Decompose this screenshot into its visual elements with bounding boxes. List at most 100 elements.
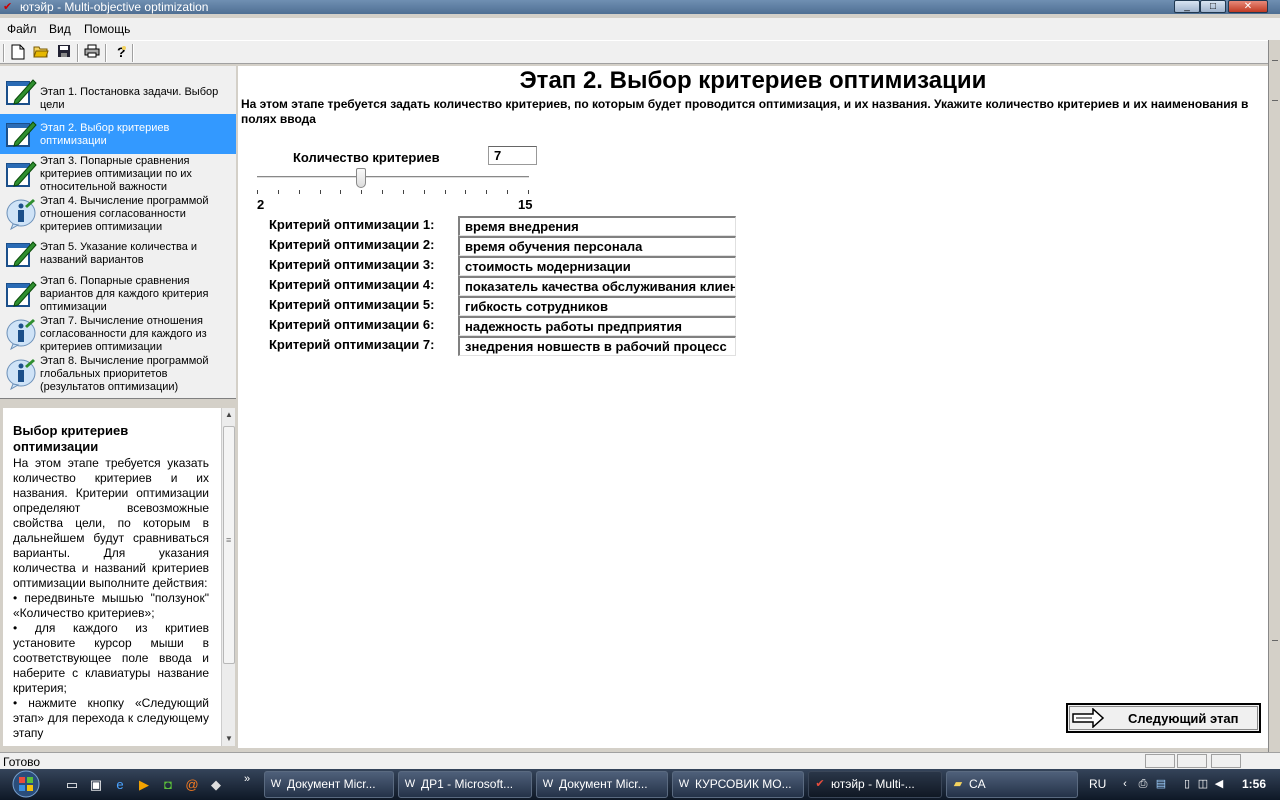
tray-app-icon[interactable]: ▯ — [1180, 777, 1194, 791]
task-button[interactable]: W Документ Micr... — [536, 771, 668, 798]
window-switch-icon[interactable]: ▣ — [88, 777, 104, 793]
help-panel: Выбор критериев оптимизации На этом этап… — [3, 408, 221, 746]
media-player-icon[interactable]: ▶ — [136, 777, 152, 793]
criteria-count-label: Количество критериев — [293, 150, 440, 165]
info-icon — [6, 359, 36, 390]
criterion-field-1[interactable]: время внедрения — [458, 216, 736, 236]
criterion-field-7[interactable]: знедрения новшеств в рабочий процесс — [458, 336, 736, 356]
step-item-4[interactable]: Этап 4. Вычисление программой отношения … — [0, 194, 236, 234]
taskbar: ▭ ▣ e ▶ ◘ @ ◆ » W Документ Micr... W ДР1 -… — [0, 769, 1280, 800]
status-pane — [1211, 754, 1241, 768]
menu-help[interactable]: Помощь — [84, 22, 130, 36]
tray-expand-icon[interactable]: ‹ — [1118, 777, 1132, 791]
scroll-up-icon[interactable]: ▲ — [223, 408, 235, 422]
quicklaunch-app-icon[interactable]: ◆ — [208, 777, 224, 793]
criterion-field-3[interactable]: стоимость модернизации — [458, 256, 736, 276]
criterion-label-7: Критерий оптимизации 7: — [269, 337, 435, 352]
criterion-field-6[interactable]: надежность работы предприятия — [458, 316, 736, 336]
network-icon[interactable]: ◫ — [1196, 777, 1210, 791]
criteria-count-slider[interactable] — [257, 176, 529, 179]
task-button[interactable]: W ДР1 - Microsoft... — [398, 771, 532, 798]
mail-icon[interactable]: @ — [184, 777, 200, 793]
volume-icon[interactable]: ◀ — [1212, 777, 1226, 791]
criterion-label-1: Критерий оптимизации 1: — [269, 217, 435, 232]
task-label: Документ Micr... — [287, 777, 376, 791]
step-item-7[interactable]: Этап 7. Вычисление отношения согласованн… — [0, 314, 236, 354]
next-step-button[interactable]: Следующий этап — [1066, 703, 1261, 733]
next-step-label: Следующий этап — [1128, 711, 1239, 726]
slider-tick — [445, 190, 446, 194]
slider-tick — [299, 190, 300, 194]
scroll-down-icon[interactable]: ▼ — [223, 732, 235, 746]
maximize-button[interactable]: □ — [1200, 0, 1226, 13]
quicklaunch-more-icon[interactable]: » — [244, 773, 250, 785]
printer-tray-icon[interactable]: ⎙ — [1136, 777, 1150, 791]
step-item-3[interactable]: Этап 3. Попарные сравнения критериев опт… — [0, 154, 236, 194]
toolbar: ? — [0, 40, 1280, 64]
help-paragraph: • нажмите кнопку «Следующий этап» для пе… — [13, 696, 209, 740]
show-desktop-icon[interactable]: ▭ — [64, 777, 80, 793]
step-label: Этап 8. Вычисление программой глобальных… — [40, 355, 209, 393]
keyboard-layout-icon[interactable]: ▤ — [1154, 777, 1168, 791]
word-icon: W — [270, 778, 282, 790]
criterion-field-2[interactable]: время обучения персонала — [458, 236, 736, 256]
criterion-field-4[interactable]: показатель качества обслуживания клиенто… — [458, 276, 736, 296]
help-icon[interactable]: ? — [112, 44, 130, 62]
quicklaunch-app-icon[interactable]: ◘ — [160, 777, 176, 793]
step-label: Этап 3. Попарные сравнения критериев опт… — [40, 155, 192, 193]
step-label: Этап 6. Попарные сравнения вариантов для… — [40, 275, 209, 313]
help-scrollbar[interactable]: ▲ ≡ ▼ — [221, 408, 235, 746]
step-item-1[interactable]: Этап 1. Постановка задачи. Выбор цели — [0, 72, 236, 112]
step-item-8[interactable]: Этап 8. Вычисление программой глобальных… — [0, 354, 236, 394]
edit-icon — [6, 161, 37, 187]
task-button[interactable]: ▰ CA — [946, 771, 1078, 798]
app-icon: ✔ — [3, 1, 13, 13]
slider-thumb[interactable] — [356, 168, 366, 188]
minimize-button[interactable]: _ — [1174, 0, 1200, 13]
save-icon[interactable] — [55, 44, 73, 62]
slider-max-label: 15 — [518, 197, 533, 212]
status-bar: Готово — [0, 752, 1280, 769]
step-item-6[interactable]: Этап 6. Попарные сравнения вариантов для… — [0, 274, 236, 314]
step-item-2[interactable]: Этап 2. Выбор критериев оптимизации — [0, 114, 236, 154]
task-button[interactable]: W КУРСОВИК МО... — [672, 771, 804, 798]
menu-file[interactable]: Файл — [7, 22, 37, 36]
edge-mark — [1272, 640, 1278, 644]
language-indicator[interactable]: RU — [1089, 777, 1106, 791]
criterion-label-4: Критерий оптимизации 4: — [269, 277, 435, 292]
task-button[interactable]: W Документ Micr... — [264, 771, 394, 798]
edge-mark — [1272, 100, 1278, 104]
folder-icon: ▰ — [953, 778, 963, 790]
criterion-field-5[interactable]: гибкость сотрудников — [458, 296, 736, 316]
task-button[interactable]: ✔ ютэйр - Multi-... — [808, 771, 942, 798]
slider-tick — [382, 190, 383, 194]
help-body: На этом этапе требуется указать количест… — [13, 456, 209, 741]
windows-logo-icon — [12, 770, 40, 798]
ie-icon[interactable]: e — [112, 777, 128, 793]
task-label: ДР1 - Microsoft... — [421, 777, 514, 791]
panel-splitter[interactable] — [0, 398, 236, 406]
menu-bar: Файл Вид Помощь — [0, 18, 1280, 40]
help-paragraph: На этом этапе требуется указать количест… — [13, 456, 209, 590]
app-icon: ✔ — [815, 778, 825, 790]
open-folder-icon[interactable] — [32, 44, 50, 62]
info-icon — [6, 319, 36, 350]
close-button[interactable]: ✕ — [1228, 0, 1268, 13]
slider-tick — [403, 190, 404, 194]
toolbar-separator — [132, 44, 134, 62]
menu-view[interactable]: Вид — [49, 22, 71, 36]
print-icon[interactable] — [83, 44, 101, 62]
scroll-thumb[interactable]: ≡ — [223, 426, 235, 664]
new-file-icon[interactable] — [9, 44, 27, 62]
step-item-5[interactable]: Этап 5. Указание количества и названий в… — [0, 234, 236, 274]
word-icon: W — [542, 778, 554, 790]
slider-tick — [278, 190, 279, 194]
slider-tick — [528, 190, 529, 194]
criteria-count-field[interactable]: 7 — [488, 146, 537, 165]
criterion-label-3: Критерий оптимизации 3: — [269, 257, 435, 272]
slider-tick — [340, 190, 341, 194]
task-label: CA — [969, 777, 986, 791]
start-button[interactable] — [6, 769, 50, 800]
clock: 1:56 — [1242, 777, 1267, 791]
edit-icon — [6, 281, 37, 307]
